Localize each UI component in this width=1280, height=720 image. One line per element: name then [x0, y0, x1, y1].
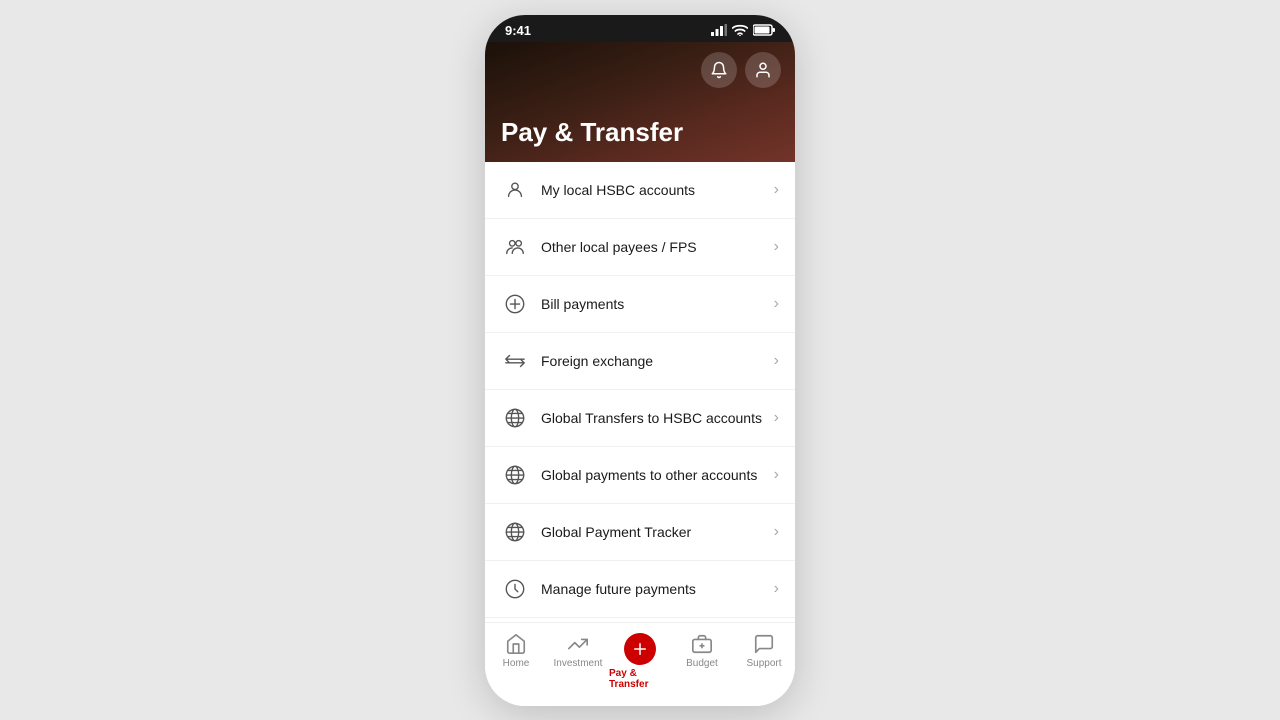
menu-item-local-hsbc[interactable]: My local HSBC accounts ›	[485, 162, 795, 219]
nav-label-budget: Budget	[686, 658, 718, 669]
pay-transfer-icon	[631, 640, 649, 658]
menu-label-global-transfers: Global Transfers to HSBC accounts	[541, 410, 774, 426]
manage-future-icon	[501, 575, 529, 603]
nav-pay-transfer[interactable]: Pay & Transfer	[609, 633, 671, 690]
local-payees-icon	[501, 233, 529, 261]
user-icon	[754, 61, 772, 79]
investment-icon	[567, 633, 589, 655]
arrow-local-payees: ›	[774, 238, 779, 256]
foreign-exchange-icon	[501, 347, 529, 375]
menu-scroll: My local HSBC accounts › Other local pay…	[485, 162, 795, 622]
arrow-local-hsbc: ›	[774, 181, 779, 199]
menu-label-foreign-exchange: Foreign exchange	[541, 353, 774, 369]
menu-label-manage-future: Manage future payments	[541, 581, 774, 597]
global-payments-icon	[501, 461, 529, 489]
menu-item-manage-future[interactable]: Manage future payments ›	[485, 561, 795, 618]
nav-label-investment: Investment	[554, 658, 603, 669]
menu-label-local-payees: Other local payees / FPS	[541, 239, 774, 255]
menu-label-payment-tracker: Global Payment Tracker	[541, 524, 774, 540]
hero-section: Pay & Transfer	[485, 42, 795, 162]
home-icon	[505, 633, 527, 655]
phone-frame: 9:41	[485, 15, 795, 706]
arrow-global-transfers: ›	[774, 409, 779, 427]
budget-icon	[691, 633, 713, 655]
bell-icon	[710, 61, 728, 79]
nav-support[interactable]: Support	[733, 633, 795, 690]
notification-button[interactable]	[701, 52, 737, 88]
nav-budget[interactable]: Budget	[671, 633, 733, 690]
menu-item-bill-payments[interactable]: Bill payments ›	[485, 276, 795, 333]
menu-item-foreign-exchange[interactable]: Foreign exchange ›	[485, 333, 795, 390]
bottom-nav: Home Investment Pay & Transfer	[485, 622, 795, 706]
pay-transfer-badge	[624, 633, 656, 665]
wifi-icon	[732, 24, 748, 36]
status-bar: 9:41	[485, 15, 795, 42]
support-icon	[753, 633, 775, 655]
arrow-global-payments: ›	[774, 466, 779, 484]
payment-tracker-icon	[501, 518, 529, 546]
status-time: 9:41	[505, 23, 531, 38]
nav-label-pay-transfer: Pay & Transfer	[609, 668, 671, 690]
arrow-manage-future: ›	[774, 580, 779, 598]
status-icons	[711, 24, 775, 36]
battery-icon	[753, 24, 775, 36]
menu-list: My local HSBC accounts › Other local pay…	[485, 162, 795, 622]
arrow-payment-tracker: ›	[774, 523, 779, 541]
menu-label-global-payments: Global payments to other accounts	[541, 467, 774, 483]
arrow-foreign-exchange: ›	[774, 352, 779, 370]
arrow-bill-payments: ›	[774, 295, 779, 313]
profile-button[interactable]	[745, 52, 781, 88]
hero-buttons	[701, 52, 781, 88]
signal-icon	[711, 24, 727, 36]
local-hsbc-icon	[501, 176, 529, 204]
nav-home[interactable]: Home	[485, 633, 547, 690]
bill-payments-icon	[501, 290, 529, 318]
global-transfers-icon	[501, 404, 529, 432]
nav-label-home: Home	[503, 658, 530, 669]
hero-title: Pay & Transfer	[501, 117, 779, 148]
menu-item-global-payments[interactable]: Global payments to other accounts ›	[485, 447, 795, 504]
nav-label-support: Support	[746, 658, 781, 669]
nav-investment[interactable]: Investment	[547, 633, 609, 690]
menu-item-local-payees[interactable]: Other local payees / FPS ›	[485, 219, 795, 276]
menu-item-payment-tracker[interactable]: Global Payment Tracker ›	[485, 504, 795, 561]
menu-item-global-transfers[interactable]: Global Transfers to HSBC accounts ›	[485, 390, 795, 447]
menu-label-bill-payments: Bill payments	[541, 296, 774, 312]
menu-label-local-hsbc: My local HSBC accounts	[541, 182, 774, 198]
